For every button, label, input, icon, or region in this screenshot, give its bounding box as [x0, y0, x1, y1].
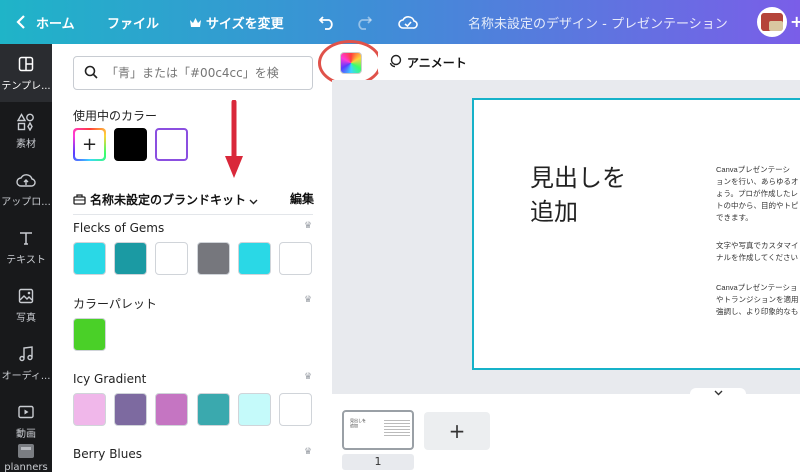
slide-body-text[interactable]: Canvaプレゼンテーシ ョンを行い、あらゆるオ ょう。プロが作成したレ トの中… [716, 164, 799, 224]
slide-body-text[interactable]: Canvaプレゼンテーショ やトランジションを適用 強調し、より印象的なも [716, 282, 799, 318]
template-icon [18, 54, 34, 74]
palette-swatch[interactable] [114, 393, 147, 426]
brand-kit-label: 名称未設定のブランドキット [90, 192, 247, 207]
resize-button[interactable]: サイズを変更 [189, 0, 284, 44]
rail-label: オーディ... [1, 371, 51, 382]
cloud-save-button[interactable] [398, 0, 418, 44]
rail-item-text[interactable]: テキスト [0, 218, 52, 276]
slide-canvas[interactable]: 見出しを 追加 Canvaプレゼンテーシ ョンを行い、あらゆるオ ょう。プロが作… [472, 98, 800, 370]
palette-title: Flecks of Gems [73, 221, 165, 235]
undo-button[interactable] [318, 0, 336, 44]
video-icon [18, 402, 34, 422]
crown-icon: ♛ [304, 447, 313, 457]
rail-label: 素材 [16, 139, 36, 150]
rail-item-elements[interactable]: 素材 [0, 102, 52, 160]
add-color-button[interactable]: + [73, 128, 106, 161]
palette-swatch[interactable] [155, 242, 188, 275]
used-color-swatch[interactable] [155, 128, 188, 161]
text-icon [18, 228, 34, 248]
palette-swatch[interactable] [155, 393, 188, 426]
used-colors-title: 使用中のカラー [73, 109, 158, 123]
annotation-arrow [222, 99, 246, 186]
chevron-down-icon [714, 389, 723, 399]
palette-swatch[interactable] [73, 393, 106, 426]
search-icon [84, 64, 98, 83]
rail-label: アップロ... [1, 197, 51, 208]
crown-icon [189, 17, 202, 28]
rail-item-audio[interactable]: オーディ... [0, 334, 52, 392]
slide-heading[interactable]: 見出しを 追加 [530, 162, 650, 230]
rail-item-photos[interactable]: 写真 [0, 276, 52, 334]
crown-icon: ♛ [304, 372, 313, 382]
plus-icon: + [75, 130, 104, 159]
elements-icon [17, 112, 35, 132]
used-color-swatch[interactable] [114, 128, 147, 161]
add-page-button[interactable]: + [424, 412, 490, 450]
palette-title: Berry Blues [73, 447, 142, 461]
share-plus-icon[interactable]: + [790, 12, 800, 31]
rail-item-uploads[interactable]: アップロ... [0, 160, 52, 218]
rail-label: 動画 [16, 429, 36, 440]
rail-item-templates[interactable]: テンプレ... [0, 44, 52, 102]
page-number: 1 [342, 454, 414, 470]
color-search-box[interactable] [73, 56, 313, 90]
palette-swatch[interactable] [279, 242, 312, 275]
rail-label: 写真 [16, 313, 36, 324]
rail-label: planners [4, 461, 48, 472]
rail-item-planners[interactable]: planners [0, 440, 52, 472]
left-rail: テンプレ... 素材 アップロ... テキスト 写真 オーディ... 動画 pl… [0, 44, 52, 472]
rail-label: テンプレ... [1, 81, 51, 92]
palette-swatch[interactable] [114, 242, 147, 275]
photo-icon [18, 286, 34, 306]
chevron-left-icon [16, 15, 26, 29]
upload-cloud-icon [16, 170, 36, 190]
planners-icon [17, 442, 35, 461]
chevron-down-icon [249, 190, 258, 209]
palette-title: カラーパレット [73, 297, 157, 311]
undo-icon [318, 14, 336, 30]
file-label: ファイル [107, 16, 160, 32]
color-search-input[interactable] [106, 66, 306, 80]
palette-swatch[interactable] [197, 393, 230, 426]
edit-brand-kit-link[interactable]: 編集 [290, 190, 314, 207]
crown-icon: ♛ [304, 221, 313, 231]
redo-button[interactable] [355, 0, 373, 44]
thumbnail-text-lines [384, 420, 410, 438]
home-label: ホーム [36, 16, 75, 32]
palette-swatch[interactable] [73, 318, 106, 351]
rail-label: テキスト [6, 255, 46, 266]
palette-swatch[interactable] [238, 393, 271, 426]
resize-label: サイズを変更 [206, 16, 284, 32]
color-panel: 使用中のカラー + 名称未設定のブランドキット 編集 Flecks of Gem… [52, 44, 332, 472]
animate-label: アニメート [407, 55, 467, 70]
cloud-check-icon [398, 14, 418, 30]
home-button[interactable]: ホーム [16, 0, 75, 44]
slide-body-text[interactable]: 文字や写真でカスタマイ ナルを作成してください [716, 240, 799, 264]
palette-swatch[interactable] [197, 242, 230, 275]
palette-title: Icy Gradient [73, 372, 147, 386]
file-menu-button[interactable]: ファイル [107, 0, 159, 44]
divider [73, 214, 313, 215]
top-bar: ホーム ファイル サイズを変更 名称未設定のデザイン - プレゼンテーション + [0, 0, 800, 44]
redo-icon [355, 14, 373, 30]
thumbnail-heading: 見出しを 追加 [350, 418, 366, 428]
animate-icon [388, 54, 402, 71]
collapse-pages-button[interactable] [690, 388, 746, 400]
palette-swatch[interactable] [238, 242, 271, 275]
palette-swatch[interactable] [73, 242, 106, 275]
avatar-image-detail [769, 21, 783, 31]
brand-kit-selector[interactable]: 名称未設定のブランドキット [73, 190, 313, 208]
avatar[interactable] [757, 7, 787, 37]
crown-icon: ♛ [304, 295, 313, 305]
page-thumbnail[interactable]: 見出しを 追加 [342, 410, 414, 450]
brand-kit-icon [73, 190, 86, 209]
document-title[interactable]: 名称未設定のデザイン - プレゼンテーション [468, 0, 728, 44]
audio-icon [18, 344, 34, 364]
palette-swatch[interactable] [279, 393, 312, 426]
animate-button[interactable]: アニメート [378, 49, 477, 75]
